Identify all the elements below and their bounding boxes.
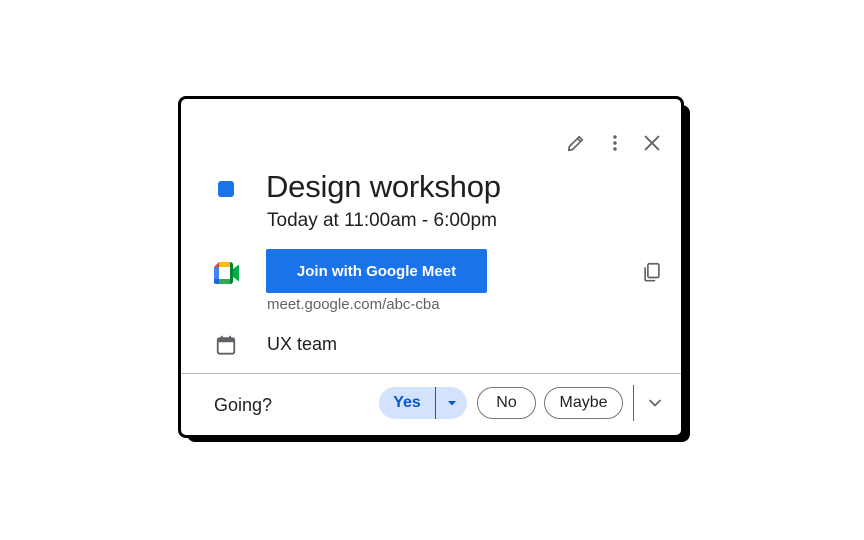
chevron-down-icon — [649, 399, 661, 407]
footer-divider — [181, 373, 681, 374]
event-title: Design workshop — [266, 169, 501, 204]
join-google-meet-button[interactable]: Join with Google Meet — [266, 249, 487, 293]
rsvp-separator — [633, 385, 634, 421]
expand-options-button[interactable] — [641, 389, 669, 417]
event-time: Today at 11:00am - 6:00pm — [267, 210, 497, 231]
arrow-drop-down-icon — [447, 401, 456, 406]
rsvp-maybe-button[interactable]: Maybe — [544, 387, 623, 419]
calendar-icon — [216, 335, 236, 355]
rsvp-no-button[interactable]: No — [477, 387, 536, 419]
copy-icon — [644, 262, 660, 282]
more-options-button[interactable] — [601, 129, 629, 157]
close-button[interactable] — [638, 129, 666, 157]
edit-button[interactable] — [562, 129, 590, 157]
meet-link[interactable]: meet.google.com/abc-cba — [267, 296, 440, 313]
calendar-name: UX team — [267, 334, 338, 354]
event-color-swatch — [218, 181, 234, 197]
rsvp-yes-button[interactable]: Yes — [379, 387, 435, 419]
rsvp-yes-split-button: Yes — [379, 387, 467, 419]
copy-link-button[interactable] — [638, 258, 666, 286]
close-icon — [644, 135, 660, 151]
google-meet-icon — [214, 262, 239, 284]
more-vert-icon — [613, 135, 617, 151]
rsvp-label: Going? — [214, 395, 273, 415]
event-details-card: Design workshop Today at 11:00am - 6:00p… — [178, 96, 684, 438]
rsvp-yes-options-button[interactable] — [436, 387, 467, 419]
pencil-icon — [567, 135, 584, 152]
